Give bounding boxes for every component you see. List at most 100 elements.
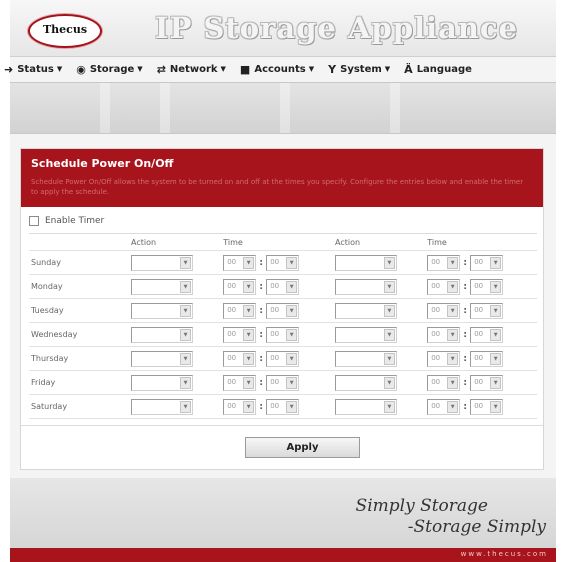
nav-language-label: Language bbox=[416, 63, 472, 75]
time-select[interactable]: 00 ▼ bbox=[266, 398, 300, 415]
time-select[interactable]: 00 ▼ bbox=[427, 350, 461, 367]
column-header: Action bbox=[332, 233, 426, 251]
column-header: Action bbox=[129, 233, 222, 251]
time-select[interactable]: 00 ▼ bbox=[427, 254, 461, 271]
language-icon: Ä bbox=[404, 62, 413, 76]
action-select[interactable]: ▼ bbox=[334, 278, 397, 295]
action-cell: ▼ bbox=[332, 322, 426, 347]
chevron-down-icon: ▼ bbox=[490, 304, 502, 317]
time-select[interactable]: 00 ▼ bbox=[470, 350, 504, 367]
enable-timer-label: Enable Timer bbox=[45, 216, 105, 226]
time-cell: 00 ▼:00 ▼ bbox=[221, 394, 333, 419]
action-cell: ▼ bbox=[332, 250, 426, 275]
apply-button[interactable]: Apply bbox=[245, 437, 360, 458]
schedule-table: Action Time Action Time Sunday ▼ 00 ▼:00 ▼ ▼ 0… bbox=[29, 233, 537, 419]
time-select[interactable]: 00 ▼ bbox=[470, 326, 504, 343]
time-separator: : bbox=[259, 282, 264, 292]
time-select[interactable]: 00 ▼ bbox=[223, 326, 257, 343]
app-title: IP Storage Appliance bbox=[155, 11, 519, 45]
time-separator: : bbox=[463, 330, 467, 340]
chevron-down-icon: ▼ bbox=[180, 280, 191, 293]
band-stripe bbox=[280, 83, 290, 133]
panel-header: Schedule Power On/Off Schedule Power On/… bbox=[21, 149, 543, 207]
network-icon: ⇄ bbox=[156, 62, 166, 76]
time-select[interactable]: 00 ▼ bbox=[427, 374, 461, 391]
nav-system[interactable]: Y System ▼ bbox=[328, 63, 390, 76]
time-select[interactable]: 00 ▼ bbox=[266, 350, 300, 367]
select-value: 00 bbox=[431, 401, 441, 410]
time-select[interactable]: 00 ▼ bbox=[223, 374, 257, 391]
time-select[interactable]: 00 ▼ bbox=[427, 278, 461, 295]
nav-language[interactable]: Ä Language bbox=[404, 63, 472, 76]
time-select[interactable]: 00 ▼ bbox=[223, 398, 257, 415]
action-select[interactable]: ▼ bbox=[131, 254, 193, 271]
action-select[interactable]: ▼ bbox=[131, 302, 193, 319]
chevron-down-icon: ▼ bbox=[447, 256, 459, 269]
action-select[interactable]: ▼ bbox=[131, 326, 193, 343]
enable-timer-checkbox[interactable] bbox=[29, 216, 39, 226]
time-select[interactable]: 00 ▼ bbox=[223, 254, 257, 271]
action-select[interactable]: ▼ bbox=[131, 374, 193, 391]
chevron-down-icon: ▼ bbox=[137, 65, 143, 73]
panel-description: Schedule Power On/Off allows the system … bbox=[31, 178, 524, 196]
day-column-header bbox=[29, 233, 129, 251]
time-select[interactable]: 00 ▼ bbox=[266, 302, 300, 319]
time-select[interactable]: 00 ▼ bbox=[223, 302, 257, 319]
time-select[interactable]: 00 ▼ bbox=[470, 278, 504, 295]
action-select[interactable]: ▼ bbox=[334, 350, 397, 367]
time-select[interactable]: 00 ▼ bbox=[266, 254, 300, 271]
time-select[interactable]: 00 ▼ bbox=[266, 278, 300, 295]
time-select[interactable]: 00 ▼ bbox=[427, 326, 461, 343]
time-separator: : bbox=[259, 378, 264, 388]
time-select[interactable]: 00 ▼ bbox=[470, 254, 504, 271]
chevron-down-icon: ▼ bbox=[490, 400, 502, 413]
chevron-down-icon: ▼ bbox=[447, 376, 459, 389]
nav-accounts[interactable]: ■ Accounts ▼ bbox=[240, 63, 314, 76]
nav-storage[interactable]: ◉ Storage ▼ bbox=[76, 63, 142, 76]
action-select[interactable]: ▼ bbox=[131, 278, 193, 295]
band-stripe bbox=[390, 83, 400, 133]
action-select[interactable]: ▼ bbox=[334, 374, 397, 391]
time-select[interactable]: 00 ▼ bbox=[470, 374, 504, 391]
chevron-down-icon: ▼ bbox=[286, 280, 298, 293]
time-select[interactable]: 00 ▼ bbox=[266, 374, 300, 391]
chevron-down-icon: ▼ bbox=[180, 304, 191, 317]
chevron-down-icon: ▼ bbox=[243, 400, 255, 413]
action-select[interactable]: ▼ bbox=[131, 398, 193, 415]
chevron-down-icon: ▼ bbox=[286, 376, 298, 389]
action-select[interactable]: ▼ bbox=[334, 326, 397, 343]
action-cell: ▼ bbox=[332, 298, 426, 323]
chevron-down-icon: ▼ bbox=[384, 65, 391, 73]
select-value: 00 bbox=[474, 353, 484, 362]
time-select[interactable]: 00 ▼ bbox=[427, 302, 461, 319]
action-cell: ▼ bbox=[332, 346, 426, 371]
day-label: Wednesday bbox=[29, 322, 129, 347]
time-select[interactable]: 00 ▼ bbox=[223, 350, 257, 367]
time-separator: : bbox=[463, 402, 467, 412]
chevron-down-icon: ▼ bbox=[286, 304, 298, 317]
action-cell: ▼ bbox=[129, 298, 222, 323]
schedule-panel: Schedule Power On/Off Schedule Power On/… bbox=[20, 148, 544, 470]
time-select[interactable]: 00 ▼ bbox=[470, 398, 504, 415]
time-separator: : bbox=[259, 402, 264, 412]
time-select[interactable]: 00 ▼ bbox=[223, 278, 257, 295]
action-select[interactable]: ▼ bbox=[334, 398, 397, 415]
time-select[interactable]: 00 ▼ bbox=[427, 398, 461, 415]
table-row: Monday ▼ 00 ▼:00 ▼ ▼ 00 ▼:00 ▼ bbox=[29, 274, 537, 299]
chevron-down-icon: ▼ bbox=[490, 352, 502, 365]
action-select[interactable]: ▼ bbox=[334, 302, 397, 319]
chevron-down-icon: ▼ bbox=[447, 304, 459, 317]
action-select[interactable]: ▼ bbox=[334, 254, 397, 271]
time-select[interactable]: 00 ▼ bbox=[470, 302, 504, 319]
time-cell: 00 ▼:00 ▼ bbox=[221, 322, 333, 347]
chevron-down-icon: ▼ bbox=[220, 65, 226, 73]
time-select[interactable]: 00 ▼ bbox=[266, 326, 300, 343]
chevron-down-icon: ▼ bbox=[180, 400, 191, 413]
nav-network[interactable]: ⇄ Network ▼ bbox=[157, 63, 226, 76]
nav-status[interactable]: ➜ Status ▼ bbox=[4, 63, 62, 76]
action-select[interactable]: ▼ bbox=[131, 350, 193, 367]
chevron-down-icon: ▼ bbox=[490, 376, 502, 389]
action-cell: ▼ bbox=[129, 250, 222, 275]
chevron-down-icon: ▼ bbox=[383, 328, 395, 341]
enable-timer-row[interactable]: Enable Timer bbox=[29, 216, 104, 226]
